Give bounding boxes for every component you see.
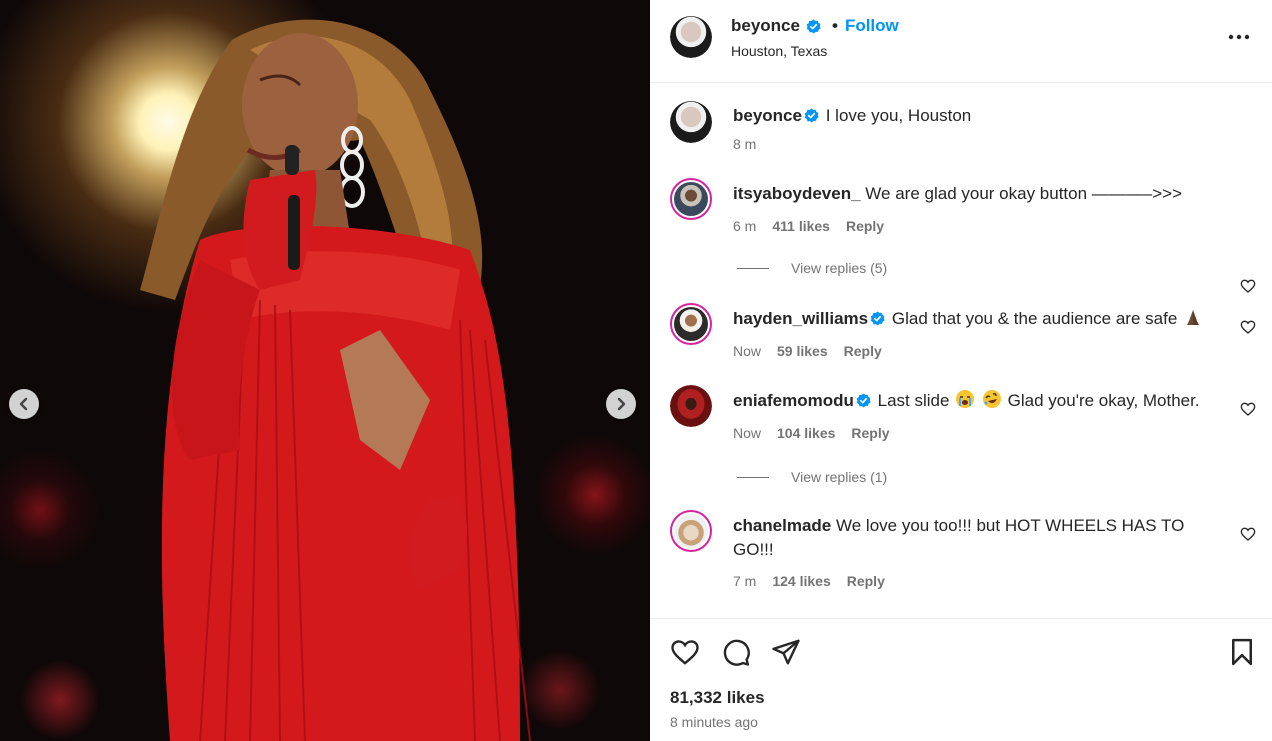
verified-badge-icon <box>856 393 871 408</box>
view-replies-label: View replies (5) <box>791 260 888 276</box>
verified-badge-icon <box>806 18 821 33</box>
view-replies-button[interactable]: View replies (1) <box>737 469 887 485</box>
author-avatar[interactable] <box>670 16 712 58</box>
commenter-avatar[interactable] <box>670 385 712 427</box>
comment-likes[interactable]: 104 likes <box>777 425 835 441</box>
comment-time: 6 m <box>733 218 757 234</box>
post-header: beyonce • Follow Houston, Texas <box>650 0 1272 83</box>
post-timestamp[interactable]: 8 minutes ago <box>670 714 758 730</box>
comment-time: Now <box>733 343 762 359</box>
comment-time: 8 m <box>733 136 757 152</box>
view-replies-button[interactable]: View replies (5) <box>737 260 887 276</box>
comment-bubble-icon[interactable] <box>721 637 751 667</box>
loudly-crying-face-emoji <box>956 390 975 408</box>
comment-text: Glad that you & the audience are safe <box>891 309 1178 328</box>
author-username[interactable]: beyonce <box>731 16 800 36</box>
heart-icon[interactable] <box>1240 319 1256 335</box>
comment-time: Now <box>733 425 762 441</box>
follow-button[interactable]: Follow <box>845 16 899 36</box>
author-avatar[interactable] <box>670 101 712 143</box>
comment-likes[interactable]: 124 likes <box>772 573 830 589</box>
heart-icon[interactable] <box>670 637 700 667</box>
reply-button[interactable]: Reply <box>844 343 882 359</box>
comment-username[interactable]: beyonce <box>733 106 802 125</box>
comment-username[interactable]: chanelmade <box>733 516 831 535</box>
reply-button[interactable]: Reply <box>851 425 889 441</box>
share-paper-plane-icon[interactable] <box>771 637 801 667</box>
like-count[interactable]: 81,332 likes <box>670 688 765 708</box>
comments-section: beyonce I love you, Houston 8 m itsyaboy… <box>650 84 1272 618</box>
heart-icon[interactable] <box>1240 526 1256 542</box>
reply-button[interactable]: Reply <box>847 573 885 589</box>
separator-dot: • <box>831 16 838 35</box>
comment-text-after: Glad you're okay, Mother. <box>1007 391 1200 410</box>
more-options-icon[interactable] <box>1226 26 1252 48</box>
commenter-avatar[interactable] <box>670 303 712 345</box>
commenter-avatar[interactable] <box>670 178 712 220</box>
post-image-carousel[interactable] <box>0 0 650 741</box>
comment-username[interactable]: eniafemomodu <box>733 391 854 410</box>
bookmark-icon[interactable] <box>1227 637 1257 667</box>
previous-slide-button[interactable] <box>9 389 39 419</box>
comment-likes[interactable]: 59 likes <box>777 343 828 359</box>
commenter-avatar[interactable] <box>670 510 712 552</box>
comment-text-before: Last slide <box>877 391 950 410</box>
post-side-panel: beyonce • Follow Houston, Texas beyonce … <box>650 0 1272 741</box>
comment-likes[interactable]: 411 likes <box>772 218 830 234</box>
comment-text: We are glad your okay button ———–>>> <box>865 184 1183 203</box>
replies-line <box>737 267 769 269</box>
view-replies-label: View replies (1) <box>791 469 888 485</box>
heart-icon[interactable] <box>1240 278 1256 294</box>
caption-text: I love you, Houston <box>825 106 972 125</box>
comment-time: 7 m <box>733 573 757 589</box>
replies-line <box>737 476 769 478</box>
verified-badge-icon <box>804 108 819 123</box>
heart-icon[interactable] <box>1240 401 1256 417</box>
reply-button[interactable]: Reply <box>846 218 884 234</box>
chevron-right-icon <box>617 397 626 411</box>
post-location[interactable]: Houston, Texas <box>731 43 827 59</box>
comment-username[interactable]: itsyaboydeven_ <box>733 184 861 203</box>
chevron-left-icon <box>19 397 28 411</box>
comment-username[interactable]: hayden_williams <box>733 309 868 328</box>
post-actions: 81,332 likes 8 minutes ago <box>650 618 1272 741</box>
rolling-on-floor-laughing-emoji <box>982 390 1001 408</box>
next-slide-button[interactable] <box>606 389 636 419</box>
post-photo-performer <box>140 19 531 741</box>
verified-badge-icon <box>870 311 885 326</box>
folded-hands-emoji <box>1187 310 1200 325</box>
